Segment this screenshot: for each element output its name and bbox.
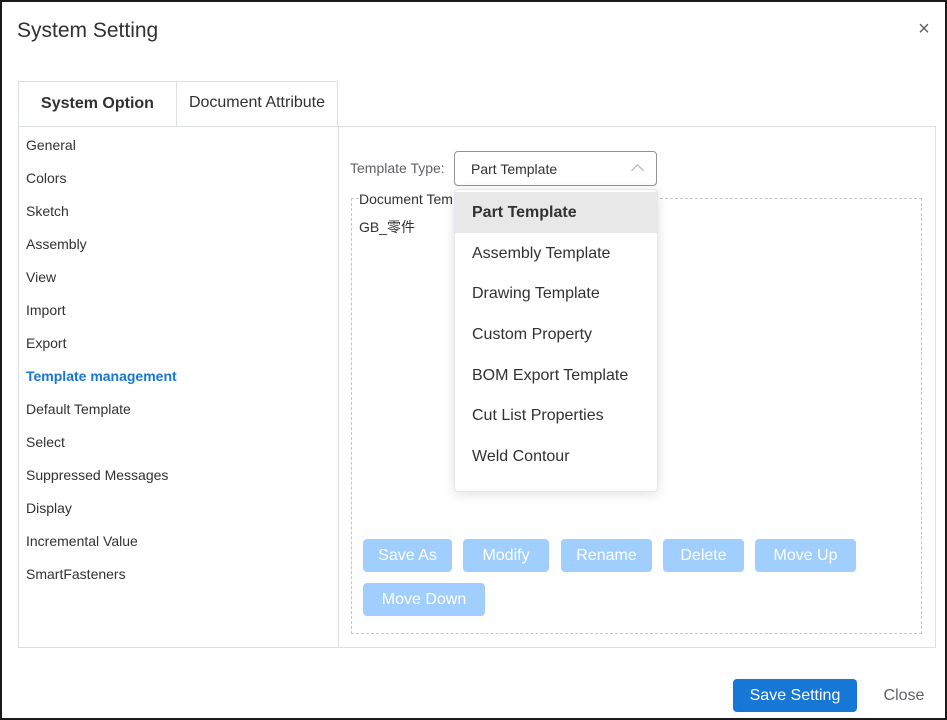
sidebar-item-assembly[interactable]: Assembly — [26, 234, 87, 254]
sidebar-item-general[interactable]: General — [26, 135, 76, 155]
tab-document-attribute[interactable]: Document Attribute — [176, 81, 338, 127]
save-as-button[interactable]: Save As — [363, 539, 452, 572]
close-icon[interactable]: × — [915, 19, 933, 39]
close-button[interactable]: Close — [875, 679, 933, 712]
dropdown-option-bom-export-template[interactable]: BOM Export Template — [455, 355, 657, 396]
sidebar-item-export[interactable]: Export — [26, 333, 66, 353]
sidebar-item-default-template[interactable]: Default Template — [26, 399, 131, 419]
dropdown-option-part-template[interactable]: Part Template — [455, 192, 657, 233]
dialog-title: System Setting — [17, 19, 159, 42]
sidebar-item-colors[interactable]: Colors — [26, 168, 66, 188]
sidebar-item-template-management[interactable]: Template management — [26, 366, 177, 386]
sidebar-item-smartfasteners[interactable]: SmartFasteners — [26, 564, 126, 584]
template-type-select[interactable]: Part Template — [454, 151, 657, 186]
sidebar-item-select[interactable]: Select — [26, 432, 65, 452]
sidebar-item-suppressed-messages[interactable]: Suppressed Messages — [26, 465, 168, 485]
chevron-up-icon — [631, 164, 644, 177]
document-template-legend: Document Tem — [359, 191, 457, 207]
template-type-dropdown: Part Template Assembly Template Drawing … — [454, 189, 658, 492]
move-up-button[interactable]: Move Up — [755, 539, 856, 572]
document-template-item[interactable]: GB_零件 — [359, 217, 415, 237]
dropdown-option-cut-list-properties[interactable]: Cut List Properties — [455, 395, 657, 436]
dropdown-option-assembly-template[interactable]: Assembly Template — [455, 233, 657, 274]
dropdown-option-font[interactable]: Font — [455, 477, 657, 491]
dropdown-option-custom-property[interactable]: Custom Property — [455, 314, 657, 355]
system-setting-dialog: System Setting × System Option Document … — [0, 0, 947, 720]
template-type-label: Template Type: — [350, 160, 445, 176]
sidebar-item-display[interactable]: Display — [26, 498, 72, 518]
sidebar-item-import[interactable]: Import — [26, 300, 66, 320]
save-setting-button[interactable]: Save Setting — [733, 679, 857, 712]
sidebar-item-view[interactable]: View — [26, 267, 56, 287]
rename-button[interactable]: Rename — [561, 539, 652, 572]
sidebar-item-incremental-value[interactable]: Incremental Value — [26, 531, 138, 551]
modify-button[interactable]: Modify — [463, 539, 549, 572]
tab-system-option[interactable]: System Option — [18, 81, 177, 127]
move-down-button[interactable]: Move Down — [363, 583, 485, 616]
dropdown-option-weld-contour[interactable]: Weld Contour — [455, 436, 657, 477]
template-type-value: Part Template — [471, 161, 558, 177]
sidebar: General Colors Sketch Assembly View Impo… — [19, 127, 339, 647]
dropdown-option-drawing-template[interactable]: Drawing Template — [455, 273, 657, 314]
sidebar-item-sketch[interactable]: Sketch — [26, 201, 69, 221]
delete-button[interactable]: Delete — [663, 539, 744, 572]
